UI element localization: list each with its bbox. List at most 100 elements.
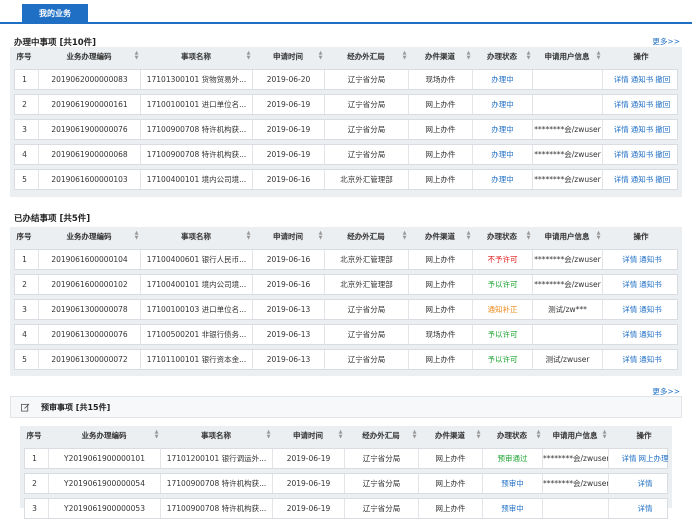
cell-bureau: 北京外汇管理部 — [325, 250, 409, 269]
column-header[interactable]: 办件渠道 ▲ ▼ — [418, 426, 482, 446]
cell-user: ********会/zwuser — [533, 250, 603, 269]
action-link[interactable]: 撤回 — [655, 150, 670, 159]
column-header[interactable]: 申请用户信息 ▲ ▼ — [532, 227, 602, 247]
action-link[interactable]: 通知书 — [631, 150, 654, 159]
sort-icon[interactable]: ▲ ▼ — [317, 231, 324, 243]
action-link[interactable]: 详情 — [614, 75, 629, 84]
column-header[interactable]: 申请时间 ▲ ▼ — [252, 227, 324, 247]
cell-no: 2 — [11, 275, 39, 294]
action-link[interactable]: 通知书 — [639, 355, 662, 364]
sort-icon[interactable]: ▲ ▼ — [133, 231, 140, 243]
action-link[interactable]: 详情 — [622, 330, 637, 339]
sort-icon[interactable]: ▲ ▼ — [411, 430, 418, 442]
cell-bureau: 辽宁省分局 — [345, 499, 419, 518]
column-header[interactable]: 办理状态 ▲ ▼ — [482, 426, 542, 446]
action-link[interactable]: 详情 — [638, 504, 653, 513]
action-link[interactable]: 网上办理 — [639, 454, 669, 463]
column-header[interactable]: 办件渠道 ▲ ▼ — [408, 227, 472, 247]
cell-user: ********会/zwuser — [533, 170, 603, 189]
column-header[interactable]: 办理状态 ▲ ▼ — [472, 227, 532, 247]
action-link[interactable]: 通知书 — [631, 125, 654, 134]
action-link[interactable]: 详情 — [614, 150, 629, 159]
cell-status: 办理中 — [473, 70, 533, 89]
column-header[interactable]: 经办外汇局 ▲ ▼ — [324, 227, 408, 247]
sort-icon[interactable]: ▲ ▼ — [525, 51, 532, 63]
action-link[interactable]: 详情 — [622, 305, 637, 314]
action-link[interactable]: 详情 — [622, 454, 637, 463]
table-row: 3 2019061900000076 17100900708 特许机构获... 201… — [14, 119, 678, 140]
sort-icon[interactable]: ▲ ▼ — [465, 51, 472, 63]
sort-icon[interactable]: ▲ ▼ — [265, 430, 272, 442]
table-row: 3 2019061300000078 17100100103 进口单位名... 201… — [14, 299, 678, 320]
action-link[interactable]: 详情 — [622, 255, 637, 264]
cell-status: 予以许可 — [473, 325, 533, 344]
cell-date: 2019-06-20 — [253, 70, 325, 89]
cell-code: 2019061300000078 — [39, 300, 141, 319]
column-header[interactable]: 申请时间 ▲ ▼ — [252, 47, 324, 67]
action-link[interactable]: 撤回 — [655, 125, 670, 134]
column-header[interactable]: 经办外汇局 ▲ ▼ — [344, 426, 418, 446]
more-link[interactable]: 更多>> — [652, 36, 680, 47]
column-header[interactable]: 事项名称 ▲ ▼ — [140, 47, 252, 67]
sort-icon[interactable]: ▲ ▼ — [245, 51, 252, 63]
column-header[interactable]: 操作 — [602, 47, 680, 67]
column-header[interactable]: 事项名称 ▲ ▼ — [160, 426, 272, 446]
action-link[interactable]: 撤回 — [655, 100, 670, 109]
action-link[interactable]: 详情 — [638, 479, 653, 488]
column-header[interactable]: 业务办理编码 ▲ ▼ — [48, 426, 160, 446]
action-link[interactable]: 通知书 — [631, 100, 654, 109]
column-header[interactable]: 办件渠道 ▲ ▼ — [408, 47, 472, 67]
cell-no: 1 — [21, 449, 49, 468]
action-link[interactable]: 通知书 — [639, 330, 662, 339]
sort-icon[interactable]: ▲ ▼ — [153, 430, 160, 442]
action-link[interactable]: 详情 — [614, 100, 629, 109]
action-link[interactable]: 撤回 — [655, 75, 670, 84]
table-row: 4 2019061900000068 17100900708 特许机构获... 201… — [14, 144, 678, 165]
cell-no: 3 — [21, 499, 49, 518]
action-link[interactable]: 通知书 — [639, 305, 662, 314]
tab-my-business[interactable]: 我的业务 — [22, 4, 88, 24]
action-link[interactable]: 详情 — [622, 355, 637, 364]
action-link[interactable]: 通知书 — [639, 280, 662, 289]
column-header[interactable]: 序号 — [20, 426, 48, 446]
sort-icon[interactable]: ▲ ▼ — [595, 51, 602, 63]
column-header[interactable]: 事项名称 ▲ ▼ — [140, 227, 252, 247]
sort-icon[interactable]: ▲ ▼ — [525, 231, 532, 243]
column-header[interactable]: 操作 — [608, 426, 680, 446]
cell-bureau: 辽宁省分局 — [325, 350, 409, 369]
cell-no: 2 — [21, 474, 49, 493]
action-link[interactable]: 撤回 — [655, 175, 670, 184]
column-header[interactable]: 业务办理编码 ▲ ▼ — [38, 227, 140, 247]
cell-name: 17100900708 特许机构获... — [161, 499, 273, 518]
sort-icon[interactable]: ▲ ▼ — [601, 430, 608, 442]
sort-icon[interactable]: ▲ ▼ — [133, 51, 140, 63]
column-header[interactable]: 序号 — [10, 227, 38, 247]
sort-icon[interactable]: ▲ ▼ — [465, 231, 472, 243]
sort-icon[interactable]: ▲ ▼ — [595, 231, 602, 243]
column-header[interactable]: 申请时间 ▲ ▼ — [272, 426, 344, 446]
cell-user: 测试/zwuser — [533, 350, 603, 369]
action-link[interactable]: 详情 — [614, 125, 629, 134]
action-link[interactable]: 通知书 — [639, 255, 662, 264]
sort-icon[interactable]: ▲ ▼ — [337, 430, 344, 442]
sort-icon[interactable]: ▲ ▼ — [535, 430, 542, 442]
sort-icon[interactable]: ▲ ▼ — [475, 430, 482, 442]
cell-status: 予以许可 — [473, 350, 533, 369]
column-header[interactable]: 序号 — [10, 47, 38, 67]
cell-date: 2019-06-19 — [273, 474, 345, 493]
column-header[interactable]: 经办外汇局 ▲ ▼ — [324, 47, 408, 67]
action-link[interactable]: 通知书 — [631, 75, 654, 84]
column-header[interactable]: 办理状态 ▲ ▼ — [472, 47, 532, 67]
column-header[interactable]: 业务办理编码 ▲ ▼ — [38, 47, 140, 67]
column-header[interactable]: 操作 — [602, 227, 680, 247]
action-link[interactable]: 详情 — [622, 280, 637, 289]
sort-icon[interactable]: ▲ ▼ — [245, 231, 252, 243]
column-header[interactable]: 申请用户信息 ▲ ▼ — [532, 47, 602, 67]
action-link[interactable]: 详情 — [614, 175, 629, 184]
sort-icon[interactable]: ▲ ▼ — [401, 231, 408, 243]
sort-icon[interactable]: ▲ ▼ — [401, 51, 408, 63]
action-link[interactable]: 通知书 — [631, 175, 654, 184]
cell-no: 3 — [11, 300, 39, 319]
sort-icon[interactable]: ▲ ▼ — [317, 51, 324, 63]
column-header[interactable]: 申请用户信息 ▲ ▼ — [542, 426, 608, 446]
